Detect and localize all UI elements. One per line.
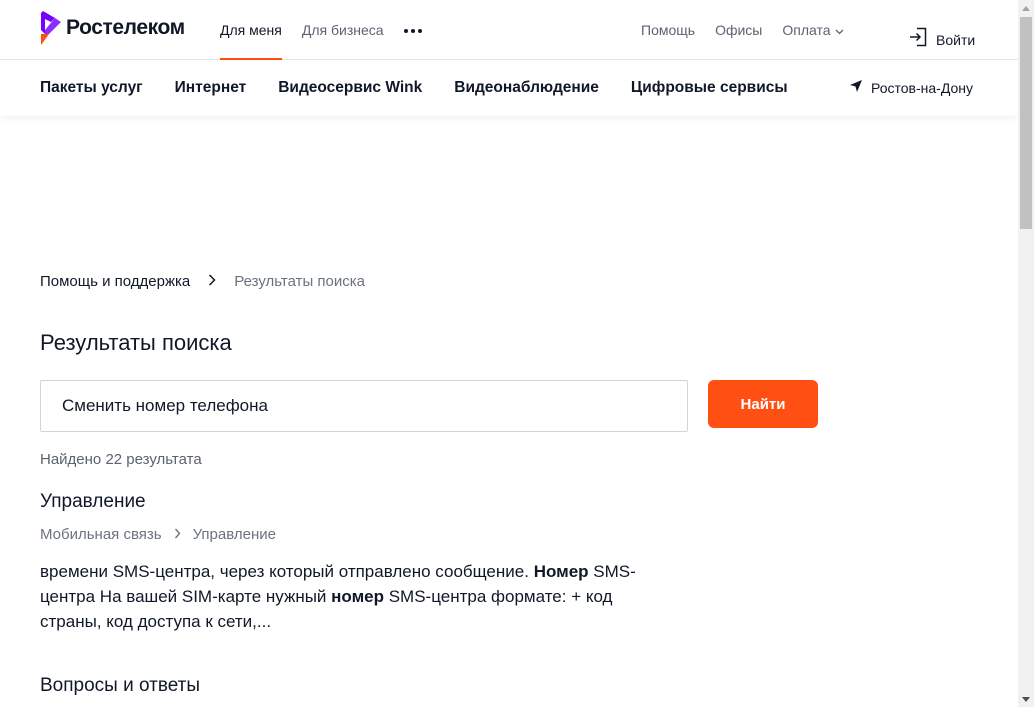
scroll-down-icon[interactable] — [1018, 691, 1034, 707]
payment-dropdown[interactable]: Оплата — [782, 22, 844, 38]
nav-item-digital-services[interactable]: Цифровые сервисы — [631, 79, 788, 97]
nav-item-internet[interactable]: Интернет — [175, 79, 247, 97]
offices-link[interactable]: Офисы — [715, 22, 762, 38]
tab-for-me[interactable]: Для меня — [220, 0, 282, 60]
location-arrow-icon — [849, 79, 863, 98]
nav-items: Пакеты услуг Интернет Видеосервис Wink В… — [40, 60, 820, 116]
breadcrumb-current: Результаты поиска — [234, 273, 365, 290]
breadcrumb-help-support[interactable]: Помощь и поддержка — [40, 273, 190, 290]
city-label: Ростов-на-Дону — [871, 80, 973, 96]
payment-label: Оплата — [782, 22, 831, 38]
result-path: Мобильная связь Управление — [40, 526, 276, 543]
found-count: Найдено 22 результата — [40, 451, 202, 468]
more-dots-icon[interactable] — [404, 28, 422, 34]
city-selector[interactable]: Ростов-на-Дону — [849, 60, 973, 116]
breadcrumb: Помощь и поддержка Результаты поиска — [40, 273, 365, 290]
search-button[interactable]: Найти — [708, 380, 818, 428]
login-label: Войти — [936, 31, 976, 48]
scrollbar[interactable] — [1018, 0, 1034, 707]
tab-for-business[interactable]: Для бизнеса — [302, 0, 384, 60]
faq-section-title: Вопросы и ответы — [40, 675, 201, 696]
main-nav: Пакеты услуг Интернет Видеосервис Wink В… — [0, 60, 1018, 116]
login-icon — [909, 27, 927, 52]
logo[interactable]: Ростелеком — [40, 10, 185, 46]
snippet-text: времени SMS-центра, через который отправ… — [40, 562, 534, 581]
nav-item-wink[interactable]: Видеосервис Wink — [278, 79, 422, 97]
login-button[interactable]: Войти — [909, 27, 975, 52]
result-snippet: времени SMS-центра, через который отправ… — [40, 559, 670, 634]
chevron-down-icon — [835, 22, 844, 38]
logo-text: Ростелеком — [66, 16, 185, 39]
audience-tabs: Для меня Для бизнеса — [220, 0, 404, 60]
help-link[interactable]: Помощь — [641, 22, 695, 38]
result-title[interactable]: Управление — [40, 491, 146, 513]
top-links: Помощь Офисы Оплата — [641, 0, 864, 60]
page-title: Результаты поиска — [40, 330, 232, 355]
top-header: Ростелеком Для меня Для бизнеса Помощь О… — [0, 0, 1018, 60]
logo-icon — [41, 11, 61, 45]
nav-item-packages[interactable]: Пакеты услуг — [40, 79, 143, 97]
scroll-up-icon[interactable] — [1018, 0, 1034, 16]
chevron-right-icon — [208, 273, 216, 290]
chevron-right-icon — [174, 526, 181, 543]
page: Ростелеком Для меня Для бизнеса Помощь О… — [0, 0, 1034, 707]
nav-item-video-surveillance[interactable]: Видеонаблюдение — [454, 79, 599, 97]
result-path-item[interactable]: Мобильная связь — [40, 526, 162, 543]
search-input[interactable] — [40, 380, 688, 432]
snippet-highlight: Номер — [533, 562, 589, 581]
result-path-item[interactable]: Управление — [193, 526, 276, 543]
scrollbar-thumb[interactable] — [1020, 17, 1032, 229]
snippet-highlight: номер — [331, 587, 384, 606]
